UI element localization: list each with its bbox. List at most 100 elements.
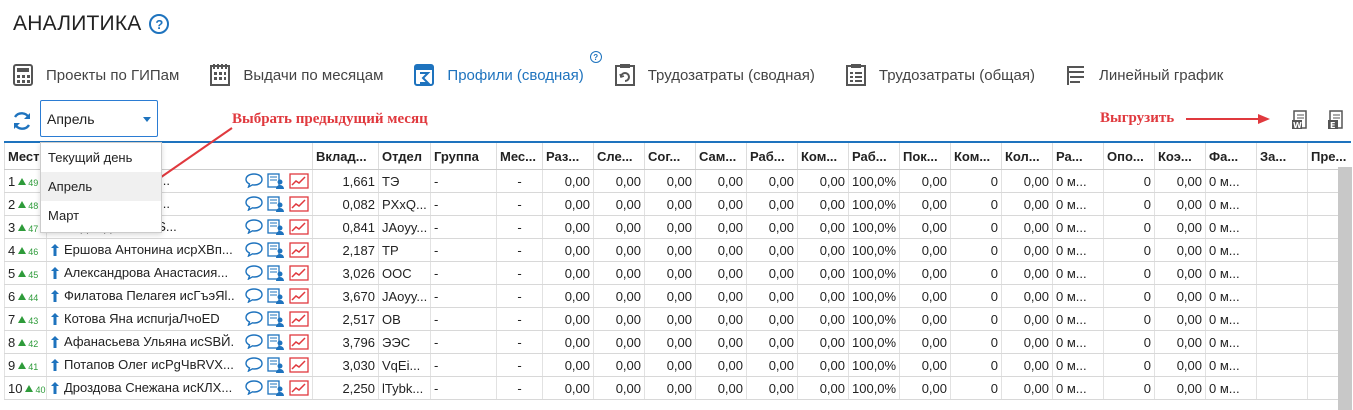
user-card-icon[interactable] xyxy=(267,242,285,258)
department-cell: VqEi... xyxy=(378,353,431,377)
metric-cell: 0,00 xyxy=(644,353,696,377)
comment-icon[interactable] xyxy=(245,380,263,395)
refresh-icon[interactable] xyxy=(11,110,33,132)
chart-icon[interactable] xyxy=(289,242,309,258)
user-card-icon[interactable] xyxy=(267,357,285,373)
comment-icon[interactable] xyxy=(245,242,263,257)
tab-help-icon[interactable]: ? xyxy=(589,51,602,63)
column-header[interactable]: Кол... xyxy=(1001,141,1053,170)
export-word-icon[interactable]: W xyxy=(1291,110,1307,130)
user-card-icon[interactable] xyxy=(267,311,285,327)
column-header[interactable]: Ра... xyxy=(1052,141,1104,170)
rank-value: 8 xyxy=(8,334,16,350)
empty-cell xyxy=(1256,192,1308,216)
table-row[interactable]: 347Надежда исFcэS...0,841JAoyy...--0,000… xyxy=(4,215,1351,239)
metric-cell: 0,00 xyxy=(899,261,951,285)
column-header[interactable]: За... xyxy=(1256,141,1308,170)
chart-icon[interactable] xyxy=(289,219,309,235)
table-row[interactable]: 9 41 Потапов Олег исPgЧвRVX... 3,030 VqEi...… xyxy=(4,353,1351,377)
sigma-calc-icon xyxy=(414,64,435,86)
help-icon[interactable]: ? xyxy=(149,14,170,34)
user-card-icon[interactable] xyxy=(267,173,285,189)
comment-icon[interactable] xyxy=(245,334,263,349)
column-header[interactable]: Раб... xyxy=(848,141,900,170)
metric-cell: 0,00 xyxy=(542,215,594,239)
column-header[interactable]: Раб... xyxy=(746,141,798,170)
user-card-icon[interactable] xyxy=(267,219,285,235)
chart-icon[interactable] xyxy=(289,334,309,350)
user-card-icon[interactable] xyxy=(267,334,285,350)
table-row[interactable]: 248Кадровья исRtq...0,082PXxQ...--0,000,… xyxy=(4,192,1351,216)
comment-icon[interactable] xyxy=(245,196,263,211)
table-row[interactable]: 6 44 Филатова Пелагея исГъэЯl... 3,670 JAoyy… xyxy=(4,284,1351,308)
metric-cell: 0 xyxy=(950,284,1002,308)
chart-icon[interactable] xyxy=(289,288,309,304)
employee-name[interactable]: Дроздова Снежана исКЛХ... xyxy=(64,380,232,395)
chart-icon[interactable] xyxy=(289,357,309,373)
dropdown-option-april[interactable]: Апрель xyxy=(41,172,161,201)
column-header[interactable]: Пре... xyxy=(1307,141,1351,170)
chart-icon[interactable] xyxy=(289,196,309,212)
column-header[interactable]: Отдел xyxy=(378,141,431,170)
column-header[interactable]: Фа... xyxy=(1205,141,1257,170)
column-header[interactable]: Вклад... xyxy=(312,141,379,170)
column-header[interactable]: Опо... xyxy=(1103,141,1155,170)
metric-cell: 0 xyxy=(950,376,1002,400)
comment-icon[interactable] xyxy=(245,265,263,280)
employee-name[interactable]: Филатова Пелагея исГъэЯl... xyxy=(64,288,234,303)
comment-icon[interactable] xyxy=(245,173,263,188)
employee-name[interactable]: Котова Яна иcпurjaЛчоED xyxy=(64,311,220,326)
table-row[interactable]: 5 45 Александрова Анастасия... 3,026 ООС - -0,… xyxy=(4,261,1351,285)
tab-linear-chart[interactable]: Линейный график xyxy=(1065,56,1223,94)
chart-icon[interactable] xyxy=(289,380,309,396)
metric-cell: 0 xyxy=(1103,376,1155,400)
dropdown-option-march[interactable]: Март xyxy=(41,201,161,230)
column-header[interactable]: Пок... xyxy=(899,141,951,170)
department-cell: ООС xyxy=(378,261,431,285)
column-header[interactable]: Сле... xyxy=(593,141,645,170)
column-header[interactable]: Коэ... xyxy=(1154,141,1206,170)
employee-name[interactable]: Александрова Анастасия... xyxy=(64,265,228,280)
user-card-icon[interactable] xyxy=(267,265,285,281)
column-header[interactable]: Мес... xyxy=(496,141,543,170)
column-header[interactable]: Ком... xyxy=(797,141,849,170)
user-card-icon[interactable] xyxy=(267,380,285,396)
table-row[interactable]: 8 42 Афанасьева Ульяна исSBЙ... 3,796 ЭЭС - -0… xyxy=(4,330,1351,354)
tab-projects-by-gip[interactable]: Проекты по ГИПам xyxy=(12,56,179,94)
user-card-icon[interactable] xyxy=(267,196,285,212)
metric-cell: 0 м... xyxy=(1205,261,1257,285)
empty-cell xyxy=(1256,307,1308,331)
column-header[interactable]: Сам... xyxy=(695,141,747,170)
employee-name[interactable]: Потапов Олег исPgЧвRVX... xyxy=(64,357,234,372)
metric-cell: 0,00 xyxy=(593,261,645,285)
comment-icon[interactable] xyxy=(245,311,263,326)
chart-icon[interactable] xyxy=(289,173,309,189)
chart-icon[interactable] xyxy=(289,311,309,327)
dropdown-option-current-day[interactable]: Текущий день xyxy=(41,143,161,172)
table-row[interactable]: 10 40 Дроздова Снежана исКЛХ... 2,250 lTybk.… xyxy=(4,376,1351,400)
employee-name[interactable]: Ершова Антонина исрXВп... xyxy=(64,242,233,257)
column-header[interactable]: Раз... xyxy=(542,141,594,170)
comment-icon[interactable] xyxy=(245,288,263,303)
comment-icon[interactable] xyxy=(245,219,263,234)
tab-labor-general[interactable]: Трудозатраты (общая) xyxy=(845,56,1035,94)
column-header[interactable]: Ком... xyxy=(950,141,1002,170)
user-card-icon[interactable] xyxy=(267,288,285,304)
metric-cell: 0,00 xyxy=(542,376,594,400)
contribution-cell: 3,026 xyxy=(312,261,379,285)
scrollbar-thumb[interactable] xyxy=(1338,167,1352,410)
chart-icon[interactable] xyxy=(289,265,309,281)
metric-cell: 0,00 xyxy=(1001,215,1053,239)
column-header[interactable]: Группа xyxy=(430,141,497,170)
tab-issues-by-month[interactable]: Выдачи по месяцам xyxy=(209,56,383,94)
column-header[interactable]: Сог... xyxy=(644,141,696,170)
employee-cell: Александрова Анастасия... xyxy=(46,261,313,285)
tab-labor-summary[interactable]: Трудозатраты (сводная) xyxy=(614,56,815,94)
table-row[interactable]: 4 46 Ершова Антонина исрXВп... 2,187 ТР - -0,0… xyxy=(4,238,1351,262)
employee-name[interactable]: Афанасьева Ульяна исSBЙ... xyxy=(64,334,234,349)
tab-profiles-summary[interactable]: Профили (сводная) ? xyxy=(413,51,602,94)
table-row[interactable]: 7 43 Котова Яна иcпurjaЛчоED 2,517 ОВ - -0,00 0… xyxy=(4,307,1351,331)
metric-cell: 0,00 xyxy=(695,330,747,354)
export-excel-icon[interactable]: E xyxy=(1327,110,1343,130)
comment-icon[interactable] xyxy=(245,357,263,372)
